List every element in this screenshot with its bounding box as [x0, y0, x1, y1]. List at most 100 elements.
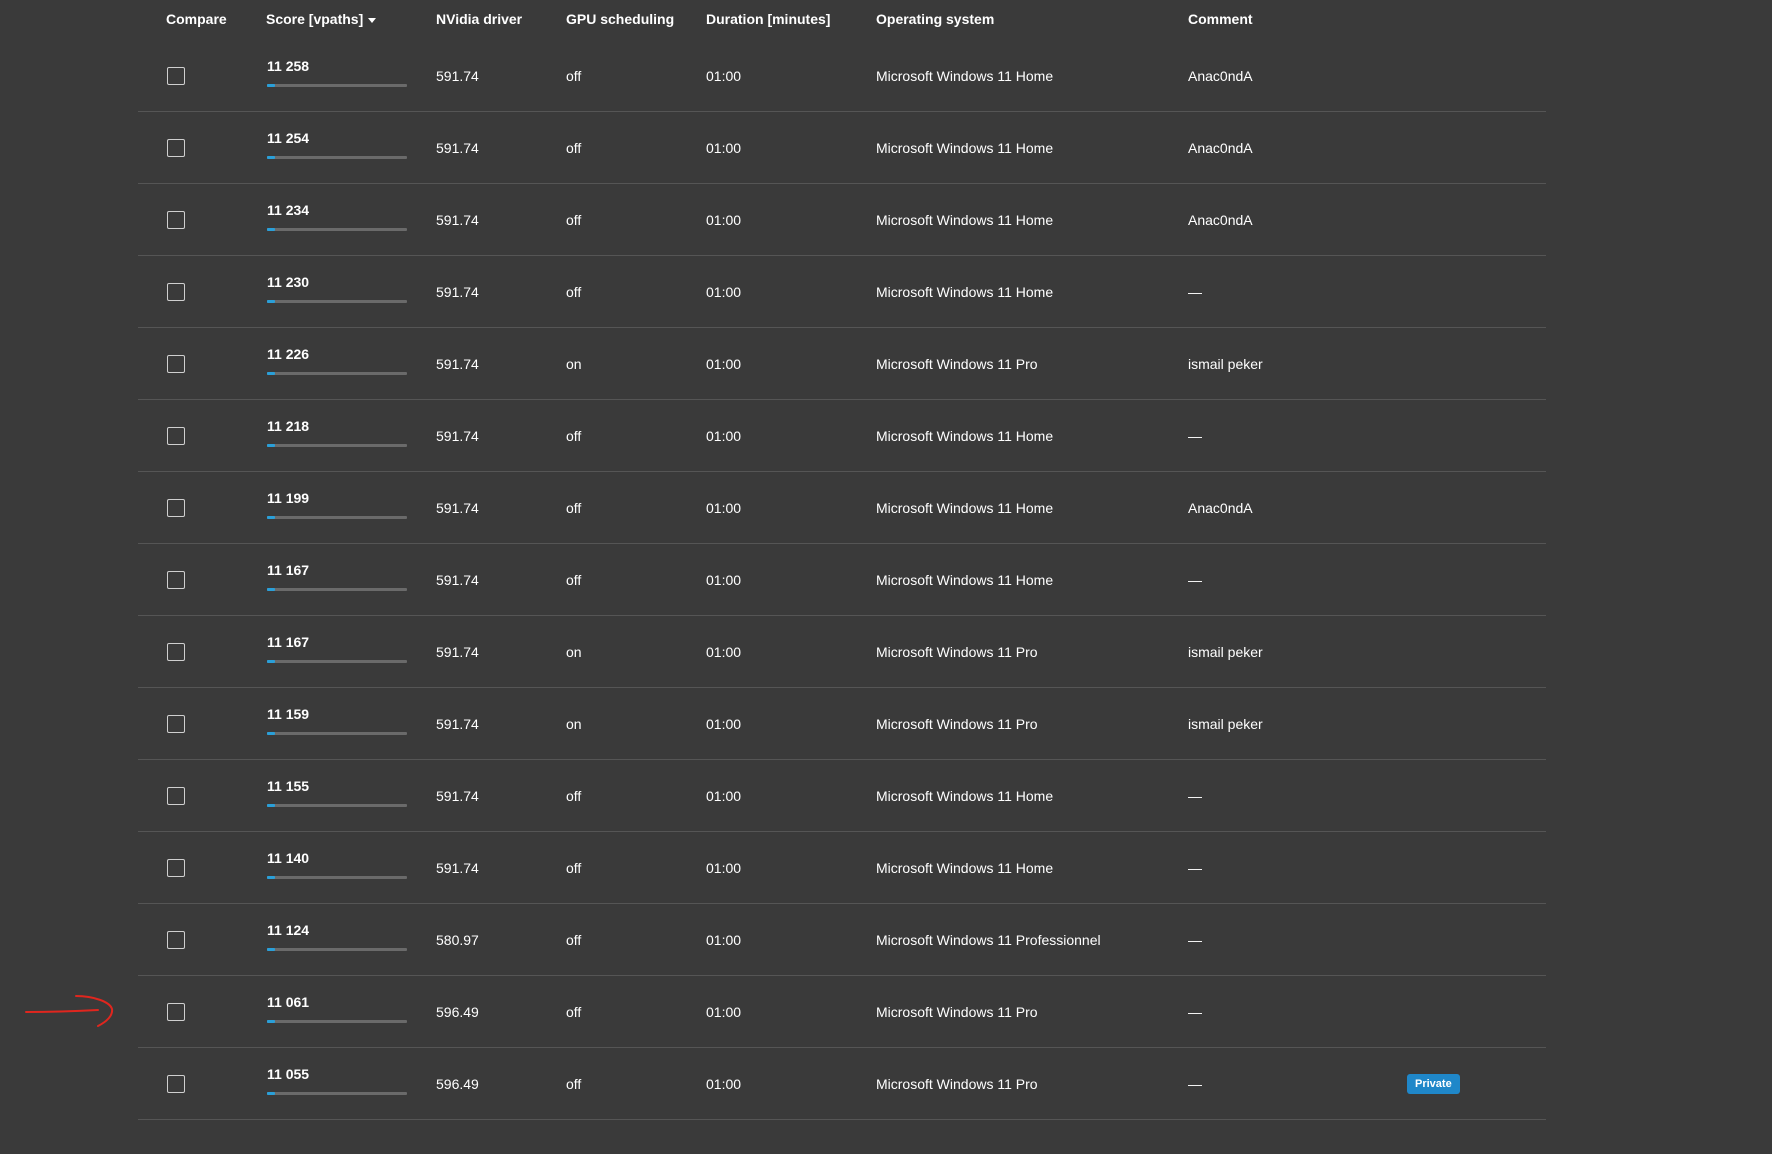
gpu-scheduling-cell: off — [566, 1076, 582, 1092]
score-value[interactable]: 11 124 — [267, 922, 407, 940]
comment-cell: — — [1188, 1004, 1202, 1020]
score-value[interactable]: 11 254 — [267, 130, 407, 148]
compare-checkbox[interactable] — [167, 499, 185, 517]
comment-cell: — — [1188, 1076, 1202, 1092]
score-cell: 11 258 — [267, 58, 407, 87]
comment-cell: — — [1188, 428, 1202, 444]
header-compare: Compare — [166, 11, 227, 27]
os-cell: Microsoft Windows 11 Home — [876, 140, 1054, 156]
score-bar — [267, 1092, 407, 1095]
duration-cell: 01:00 — [706, 356, 742, 372]
os-cell: Microsoft Windows 11 Home — [876, 68, 1054, 84]
score-value[interactable]: 11 226 — [267, 346, 407, 364]
header-score[interactable]: Score [vpaths] — [266, 11, 377, 27]
compare-checkbox[interactable] — [167, 355, 185, 373]
score-value[interactable]: 11 167 — [267, 634, 407, 652]
score-cell: 11 167 — [267, 634, 407, 663]
gpu-scheduling-cell: off — [566, 788, 582, 804]
table-row[interactable]: 11 226 591.74 on 01:00 Microsoft Windows 11 … — [138, 328, 1546, 400]
table-row[interactable]: 11 140 591.74 off 01:00 Microsoft Windows 11… — [138, 832, 1546, 904]
header-driver[interactable]: NVidia driver — [436, 11, 522, 27]
comment-cell: — — [1188, 932, 1202, 948]
duration-cell: 01:00 — [706, 140, 742, 156]
table-row[interactable]: 11 234 591.74 off 01:00 Microsoft Windows 11… — [138, 184, 1546, 256]
score-bar — [267, 84, 407, 87]
score-bar-fill — [267, 588, 276, 591]
driver-cell: 591.74 — [436, 788, 479, 804]
compare-checkbox[interactable] — [167, 211, 185, 229]
score-bar — [267, 876, 407, 879]
table-row[interactable]: 11 230 591.74 off 01:00 Microsoft Windows 11… — [138, 256, 1546, 328]
table-row[interactable]: 11 218 591.74 off 01:00 Microsoft Windows 11… — [138, 400, 1546, 472]
os-cell: Microsoft Windows 11 Home — [876, 212, 1054, 228]
compare-checkbox[interactable] — [167, 643, 185, 661]
score-value[interactable]: 11 167 — [267, 562, 407, 580]
score-value[interactable]: 11 218 — [267, 418, 407, 436]
driver-cell: 591.74 — [436, 716, 479, 732]
compare-checkbox[interactable] — [167, 571, 185, 589]
score-cell: 11 234 — [267, 202, 407, 231]
score-bar — [267, 516, 407, 519]
score-bar — [267, 948, 407, 951]
table-row[interactable]: 11 159 591.74 on 01:00 Microsoft Windows 11 … — [138, 688, 1546, 760]
score-value[interactable]: 11 140 — [267, 850, 407, 868]
score-value[interactable]: 11 234 — [267, 202, 407, 220]
score-value[interactable]: 11 230 — [267, 274, 407, 292]
duration-cell: 01:00 — [706, 500, 742, 516]
driver-cell: 580.97 — [436, 932, 479, 948]
compare-checkbox[interactable] — [167, 787, 185, 805]
duration-cell: 01:00 — [706, 644, 742, 660]
table-row[interactable]: 11 167 591.74 on 01:00 Microsoft Windows 11 … — [138, 616, 1546, 688]
comment-cell: — — [1188, 284, 1202, 300]
os-cell: Microsoft Windows 11 Pro — [876, 1076, 1038, 1092]
table-row[interactable]: 11 199 591.74 off 01:00 Microsoft Windows 11… — [138, 472, 1546, 544]
compare-checkbox[interactable] — [167, 427, 185, 445]
table-row[interactable]: 11 155 591.74 off 01:00 Microsoft Windows 11… — [138, 760, 1546, 832]
compare-checkbox[interactable] — [167, 931, 185, 949]
score-bar — [267, 228, 407, 231]
driver-cell: 591.74 — [436, 572, 479, 588]
score-bar — [267, 1020, 407, 1023]
compare-checkbox[interactable] — [167, 859, 185, 877]
table-row[interactable]: 11 258 591.74 off 01:00 Microsoft Windows 11… — [138, 40, 1546, 112]
gpu-scheduling-cell: on — [566, 644, 582, 660]
os-cell: Microsoft Windows 11 Home — [876, 428, 1054, 444]
os-cell: Microsoft Windows 11 Pro — [876, 356, 1038, 372]
score-value[interactable]: 11 055 — [267, 1066, 407, 1084]
score-value[interactable]: 11 199 — [267, 490, 407, 508]
table-row[interactable]: 11 061 596.49 off 01:00 Microsoft Windows 11… — [138, 976, 1546, 1048]
score-cell: 11 218 — [267, 418, 407, 447]
compare-checkbox[interactable] — [167, 715, 185, 733]
table-row[interactable]: 11 167 591.74 off 01:00 Microsoft Windows 11… — [138, 544, 1546, 616]
duration-cell: 01:00 — [706, 1076, 742, 1092]
score-value[interactable]: 11 159 — [267, 706, 407, 724]
compare-checkbox[interactable] — [167, 67, 185, 85]
score-bar-fill — [267, 804, 276, 807]
compare-checkbox[interactable] — [167, 283, 185, 301]
sort-desc-icon[interactable] — [368, 17, 377, 23]
score-value[interactable]: 11 258 — [267, 58, 407, 76]
duration-cell: 01:00 — [706, 428, 742, 444]
table-body: 11 258 591.74 off 01:00 Microsoft Windows 11… — [138, 40, 1546, 1120]
comment-cell: — — [1188, 860, 1202, 876]
table-row[interactable]: 11 124 580.97 off 01:00 Microsoft Windows 11… — [138, 904, 1546, 976]
header-os[interactable]: Operating system — [876, 11, 994, 27]
score-cell: 11 254 — [267, 130, 407, 159]
compare-checkbox[interactable] — [167, 1075, 185, 1093]
score-bar — [267, 300, 407, 303]
os-cell: Microsoft Windows 11 Professionnel — [876, 932, 1101, 948]
gpu-scheduling-cell: off — [566, 572, 582, 588]
score-value[interactable]: 11 061 — [267, 994, 407, 1012]
red-arrow-annotation — [25, 995, 114, 1027]
score-value[interactable]: 11 155 — [267, 778, 407, 796]
table-row[interactable]: 11 055 596.49 off 01:00 Microsoft Windows 11… — [138, 1048, 1546, 1120]
compare-checkbox[interactable] — [167, 1003, 185, 1021]
header-gpu-scheduling[interactable]: GPU scheduling — [566, 11, 674, 27]
score-cell: 11 061 — [267, 994, 407, 1023]
duration-cell: 01:00 — [706, 212, 742, 228]
table-row[interactable]: 11 254 591.74 off 01:00 Microsoft Windows 11… — [138, 112, 1546, 184]
compare-checkbox[interactable] — [167, 139, 185, 157]
driver-cell: 596.49 — [436, 1076, 479, 1092]
header-duration[interactable]: Duration [minutes] — [706, 11, 830, 27]
results-page: Compare Score [vpaths] NVidia driver GPU… — [0, 0, 1772, 1154]
